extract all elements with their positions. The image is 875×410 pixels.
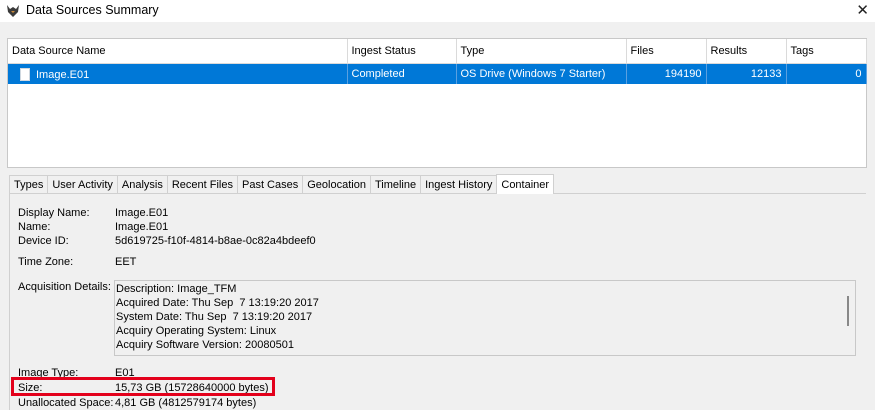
cell-type[interactable]: OS Drive (Windows 7 Starter) bbox=[456, 63, 627, 84]
tab-bar: Types User Activity Analysis Recent File… bbox=[9, 174, 555, 194]
tab-timeline[interactable]: Timeline bbox=[369, 175, 422, 193]
table-header: Data Source Name Ingest Status Type File… bbox=[8, 39, 867, 64]
data-sources-table: Data Source Name Ingest Status Type File… bbox=[7, 38, 867, 168]
name-label: Name: bbox=[18, 221, 51, 233]
tab-user-activity[interactable]: User Activity bbox=[47, 175, 118, 193]
column-header-data-source-name[interactable]: Data Source Name bbox=[8, 39, 348, 64]
data-source-name: Image.E01 bbox=[36, 68, 90, 81]
acquisition-line: Acquiry Software Version: 20080501 bbox=[116, 339, 294, 351]
column-header-type[interactable]: Type bbox=[456, 39, 627, 64]
display-name-label: Display Name: bbox=[18, 207, 90, 219]
scrollbar-thumb[interactable] bbox=[847, 296, 849, 326]
title-bar: Data Sources Summary ✕ bbox=[0, 0, 875, 22]
tab-geolocation[interactable]: Geolocation bbox=[302, 175, 371, 193]
column-header-results[interactable]: Results bbox=[706, 39, 787, 64]
tab-recent-files[interactable]: Recent Files bbox=[166, 175, 238, 193]
autopsy-dog-icon bbox=[7, 5, 19, 17]
device-id-value: 5d619725-f10f-4814-b8ae-0c82a4bdeef0 bbox=[115, 235, 316, 247]
tab-types[interactable]: Types bbox=[9, 175, 49, 193]
display-name-value: Image.E01 bbox=[115, 207, 169, 219]
window-title: Data Sources Summary bbox=[26, 3, 159, 17]
tab-analysis[interactable]: Analysis bbox=[116, 175, 168, 193]
time-zone-label: Time Zone: bbox=[18, 256, 74, 268]
file-icon bbox=[20, 67, 30, 81]
cell-files[interactable]: 194190 bbox=[626, 63, 707, 84]
column-header-ingest-status[interactable]: Ingest Status bbox=[347, 39, 457, 64]
acquisition-line: Acquired Date: Thu Sep 7 13:19:20 2017 bbox=[116, 297, 319, 309]
acquisition-line: Description: Image_TFM bbox=[116, 283, 237, 295]
unallocated-space-value: 4,81 GB (4812579174 bytes) bbox=[115, 397, 257, 409]
device-id-label: Device ID: bbox=[18, 235, 69, 247]
table-row[interactable]: Image.E01 Completed OS Drive (Windows 7 … bbox=[8, 63, 867, 84]
unallocated-space-label: Unallocated Space: bbox=[18, 397, 114, 409]
cell-tags[interactable]: 0 bbox=[786, 63, 867, 84]
cell-results[interactable]: 12133 bbox=[706, 63, 787, 84]
cell-name[interactable]: Image.E01 bbox=[8, 63, 348, 84]
time-zone-value: EET bbox=[115, 256, 137, 268]
tab-ingest-history[interactable]: Ingest History bbox=[420, 175, 498, 193]
highlight-box bbox=[11, 377, 275, 396]
acquisition-line: System Date: Thu Sep 7 13:19:20 2017 bbox=[116, 311, 313, 323]
acquisition-details-label: Acquisition Details: bbox=[18, 281, 111, 293]
tab-container[interactable]: Container bbox=[496, 174, 555, 194]
name-value: Image.E01 bbox=[115, 221, 169, 233]
cell-ingest-status[interactable]: Completed bbox=[347, 63, 457, 84]
acquisition-line: Acquiry Operating System: Linux bbox=[116, 325, 277, 337]
tab-past-cases[interactable]: Past Cases bbox=[236, 175, 304, 193]
acquisition-details-textarea[interactable]: Description: Image_TFM Acquired Date: Th… bbox=[114, 280, 856, 356]
close-icon[interactable]: ✕ bbox=[856, 1, 869, 19]
column-header-tags[interactable]: Tags bbox=[786, 39, 867, 64]
column-header-files[interactable]: Files bbox=[626, 39, 707, 64]
